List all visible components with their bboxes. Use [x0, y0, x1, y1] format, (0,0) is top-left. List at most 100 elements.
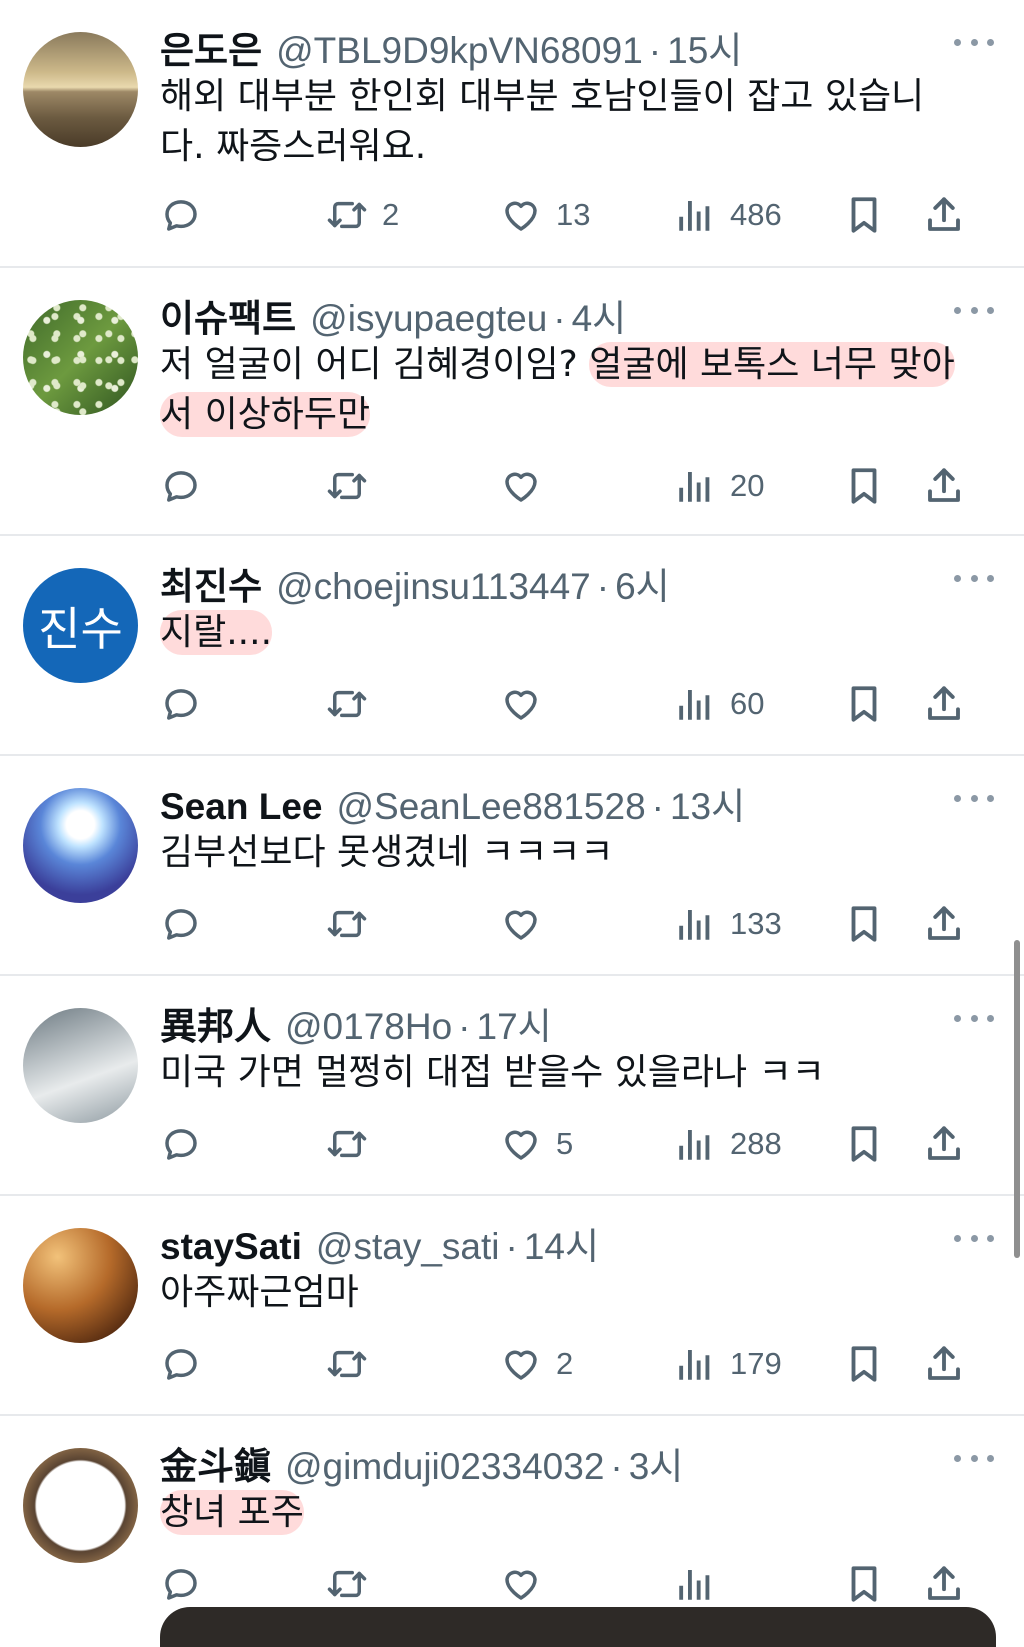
bookmark-button[interactable] [843, 679, 885, 729]
tweet-text-plain: 저 얼굴이 어디 김혜경이임? [160, 344, 590, 385]
views-button[interactable]: 179 [674, 1339, 782, 1389]
reply-button[interactable] [160, 1339, 216, 1389]
tweet-reply[interactable]: staySati @stay_sati · 14시 아주짜근엄마 2 179 [0, 1196, 1024, 1416]
reply-button[interactable] [160, 461, 216, 511]
views-button[interactable]: 20 [674, 461, 764, 511]
timestamp[interactable]: 15시 [667, 20, 742, 74]
like-button[interactable]: 2 [500, 1339, 573, 1389]
like-button[interactable] [500, 461, 556, 511]
like-button[interactable] [500, 1559, 556, 1609]
views-button[interactable] [674, 1559, 730, 1609]
tweet-header: 金斗鎭 @gimduji02334032 · 3시 [160, 1436, 934, 1488]
bookmark-button[interactable] [843, 190, 885, 240]
display-name[interactable]: staySati [160, 1226, 302, 1268]
tweet-reply[interactable]: 異邦人 @0178Ho · 17시 미국 가면 멀쩡히 대접 받을수 있을라나 ㅋㅋ 5 2… [0, 976, 1024, 1196]
reply-button[interactable] [160, 1559, 216, 1609]
user-handle[interactable]: @choejinsu113447 [276, 566, 591, 608]
like-button[interactable] [500, 899, 556, 949]
share-icon [923, 465, 965, 507]
tweet-reply[interactable]: 金斗鎭 @gimduji02334032 · 3시 창녀 포주 [0, 1416, 1024, 1628]
display-name[interactable]: 이슈팩트 [160, 288, 296, 342]
retweet-button[interactable] [326, 1559, 382, 1609]
reply-button[interactable] [160, 190, 216, 240]
bookmark-button[interactable] [843, 899, 885, 949]
share-button[interactable] [923, 1559, 965, 1609]
bookmark-icon [843, 1123, 885, 1165]
more-icon[interactable] [954, 792, 994, 804]
retweet-button[interactable] [326, 1339, 382, 1389]
retweet-button[interactable]: 2 [326, 190, 399, 240]
display-name[interactable]: 金斗鎭 [160, 1436, 271, 1490]
like-button[interactable]: 13 [500, 190, 590, 240]
media-preview[interactable] [160, 1607, 996, 1647]
display-name[interactable]: 은도은 [160, 20, 262, 74]
avatar[interactable] [23, 1008, 138, 1123]
more-icon[interactable] [954, 1232, 994, 1244]
avatar[interactable] [23, 1228, 138, 1343]
timestamp[interactable]: 14시 [524, 1216, 599, 1270]
user-handle[interactable]: @0178Ho [285, 1006, 452, 1048]
retweet-button[interactable] [326, 461, 382, 511]
timestamp[interactable]: 17시 [477, 996, 552, 1050]
more-icon[interactable] [954, 572, 994, 584]
scrollbar[interactable] [1014, 940, 1020, 1258]
more-icon[interactable] [954, 304, 994, 316]
separator-dot: · [553, 298, 566, 339]
user-handle[interactable]: @stay_sati [316, 1226, 500, 1268]
avatar[interactable]: 진수 [23, 568, 138, 683]
tweet-text: 지랄.... [160, 608, 964, 658]
share-icon [923, 903, 965, 945]
bookmark-button[interactable] [843, 1339, 885, 1389]
timestamp[interactable]: 4시 [572, 288, 627, 342]
reply-button[interactable] [160, 899, 216, 949]
timestamp[interactable]: 6시 [615, 556, 670, 610]
tweet-reply[interactable]: 은도은 @TBL9D9kpVN68091 · 15시 해외 대부분 한인회 대부분 호남… [0, 0, 1024, 268]
tweet-reply[interactable]: 진수 최진수 @choejinsu113447 · 6시 지랄.... 60 [0, 536, 1024, 756]
views-button[interactable]: 288 [674, 1119, 782, 1169]
retweet-button[interactable] [326, 899, 382, 949]
avatar[interactable] [23, 32, 138, 147]
avatar[interactable] [23, 300, 138, 415]
views-icon [674, 683, 716, 725]
retweet-button[interactable] [326, 679, 382, 729]
user-handle[interactable]: @isyupaegteu [310, 298, 547, 340]
share-button[interactable] [923, 1119, 965, 1169]
user-handle[interactable]: @TBL9D9kpVN68091 [276, 30, 643, 72]
bookmark-button[interactable] [843, 1559, 885, 1609]
reply-feed: 은도은 @TBL9D9kpVN68091 · 15시 해외 대부분 한인회 대부분 호남… [0, 0, 1024, 1628]
retweet-button[interactable] [326, 1119, 382, 1169]
views-button[interactable]: 133 [674, 899, 782, 949]
user-handle[interactable]: @gimduji02334032 [285, 1446, 604, 1488]
bookmark-button[interactable] [843, 461, 885, 511]
share-button[interactable] [923, 461, 965, 511]
separator-dot: · [505, 1226, 518, 1267]
avatar[interactable] [23, 788, 138, 903]
tweet-reply[interactable]: Sean Lee @SeanLee881528 · 13시 김부선보다 못생겼네 ㅋㅋㅋ… [0, 756, 1024, 976]
views-button[interactable]: 60 [674, 679, 764, 729]
views-icon [674, 1563, 716, 1605]
share-button[interactable] [923, 190, 965, 240]
share-button[interactable] [923, 1339, 965, 1389]
like-button[interactable] [500, 679, 556, 729]
more-icon[interactable] [954, 1012, 994, 1024]
reply-button[interactable] [160, 679, 216, 729]
display-name[interactable]: 최진수 [160, 556, 262, 610]
user-handle[interactable]: @SeanLee881528 [336, 786, 645, 828]
share-button[interactable] [923, 899, 965, 949]
timestamp[interactable]: 13시 [670, 776, 745, 830]
views-button[interactable]: 486 [674, 190, 782, 240]
display-name[interactable]: Sean Lee [160, 786, 322, 828]
more-icon[interactable] [954, 1452, 994, 1464]
bookmark-button[interactable] [843, 1119, 885, 1169]
avatar[interactable] [23, 1448, 138, 1563]
more-icon[interactable] [954, 36, 994, 48]
timestamp[interactable]: 3시 [629, 1436, 684, 1490]
like-count: 5 [556, 1126, 574, 1161]
display-name[interactable]: 異邦人 [160, 996, 271, 1050]
reply-button[interactable] [160, 1119, 216, 1169]
tweet-text-highlighted: 창녀 포주 [160, 1490, 304, 1535]
share-button[interactable] [923, 679, 965, 729]
like-button[interactable]: 5 [500, 1119, 573, 1169]
tweet-text: 해외 대부분 한인회 대부분 호남인들이 잡고 있습니다. 짜증스러워요. [160, 72, 964, 172]
tweet-reply[interactable]: 이슈팩트 @isyupaegteu · 4시 저 얼굴이 어디 김혜경이임? 얼굴에 보… [0, 268, 1024, 536]
